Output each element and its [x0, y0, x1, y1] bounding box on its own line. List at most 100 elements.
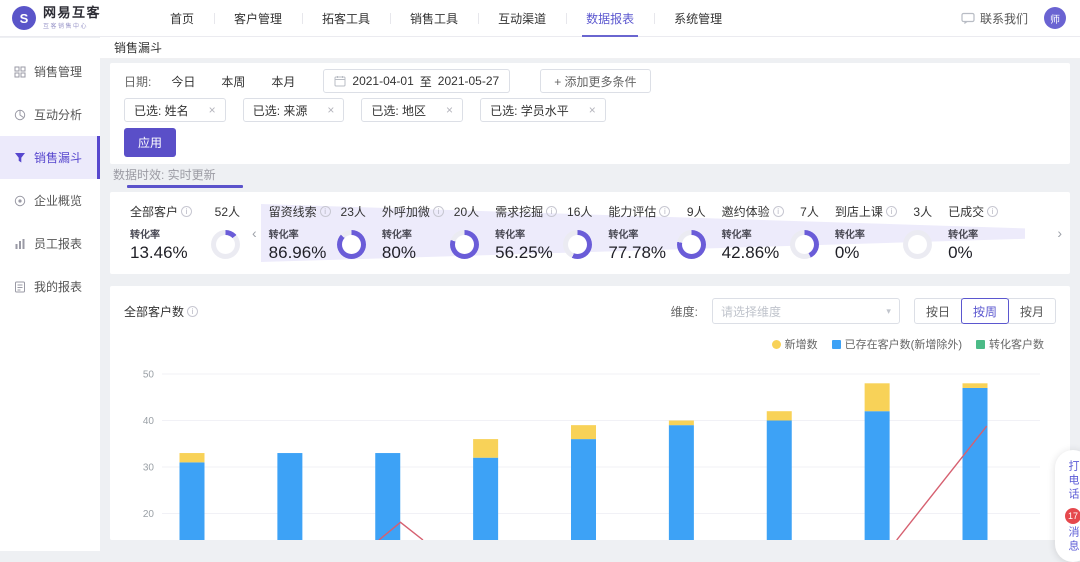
funnel-stage-needs-mining: 需求挖掘 i 16人 转化率 56.25%	[487, 203, 600, 263]
stage-name: 全部客户	[130, 203, 178, 220]
granularity-weekly-button[interactable]: 按周	[961, 298, 1009, 324]
date-option-this-week[interactable]: 本周	[221, 73, 245, 90]
donut-chart	[450, 230, 479, 259]
close-icon[interactable]: ×	[589, 103, 596, 117]
make-call-button[interactable]: 打电话	[1065, 460, 1080, 502]
info-icon[interactable]: i	[987, 206, 998, 217]
dimension-placeholder: 请选择维度	[721, 303, 781, 320]
calendar-icon	[334, 75, 346, 87]
funnel-stage-store-visit: 到店上课 i 3人 转化率 0%	[827, 203, 940, 263]
info-icon[interactable]: i	[659, 206, 670, 217]
svg-text:50: 50	[143, 370, 155, 381]
chevron-down-icon: ▾	[886, 306, 891, 317]
conversion-rate-value: 86.96%	[269, 243, 327, 263]
info-icon[interactable]: i	[187, 306, 198, 317]
app-logo[interactable]: S 网易互客 互客销售中心	[0, 6, 150, 30]
sidebar-item-sales-management[interactable]: 销售管理	[0, 50, 100, 93]
info-icon[interactable]: i	[546, 206, 557, 217]
date-range-start: 2021-04-01	[352, 74, 413, 88]
funnel-scroll-left-icon[interactable]: ‹	[248, 225, 261, 241]
close-icon[interactable]: ×	[327, 103, 334, 117]
stage-count: 7人	[796, 203, 819, 220]
sidebar-item-sales-funnel[interactable]: 销售漏斗	[0, 136, 100, 179]
funnel-stage-closed-deal: 已成交 i 转化率 0%	[940, 203, 1053, 263]
interaction-analysis-icon	[14, 109, 26, 121]
sidebar-item-my-reports[interactable]: 我的报表	[0, 265, 100, 308]
stage-name: 外呼加微	[382, 203, 430, 220]
filter-chip-label: 已选: 学员水平	[490, 102, 569, 119]
date-option-today[interactable]: 今日	[171, 73, 195, 90]
granularity-daily-button[interactable]: 按日	[914, 298, 962, 324]
nav-item-customer-management[interactable]: 客户管理	[214, 0, 302, 36]
conversion-rate-value: 77.78%	[608, 243, 666, 263]
contact-us-button[interactable]: 联系我们	[961, 10, 1028, 27]
donut-chart	[903, 230, 932, 259]
info-icon[interactable]: i	[320, 206, 331, 217]
funnel-icon	[14, 152, 26, 164]
sidebar-item-employee-reports[interactable]: 员工报表	[0, 222, 100, 265]
close-icon[interactable]: ×	[209, 103, 216, 117]
info-icon[interactable]: i	[433, 206, 444, 217]
conversion-rate-value: 80%	[382, 243, 416, 263]
legend-marker	[772, 340, 781, 349]
page-titlebar: 销售漏斗	[100, 37, 1080, 59]
nav-item-system-management[interactable]: 系统管理	[654, 0, 742, 36]
funnel-stage-leads: 留资线索 i 23人 转化率 86.96%	[261, 203, 374, 263]
info-icon[interactable]: i	[886, 206, 897, 217]
nav-item-prospecting-tools[interactable]: 拓客工具	[302, 0, 390, 36]
dimension-label: 维度:	[671, 303, 698, 320]
filter-chip-name[interactable]: 已选: 姓名 ×	[124, 98, 226, 122]
sidebar-item-label: 企业概览	[34, 192, 82, 209]
funnel-scroll-right-icon[interactable]: ›	[1053, 225, 1066, 241]
filter-chip-region[interactable]: 已选: 地区 ×	[361, 98, 463, 122]
legend-item-converted-customers[interactable]: 转化客户数	[976, 336, 1044, 352]
granularity-monthly-button[interactable]: 按月	[1008, 298, 1056, 324]
close-icon[interactable]: ×	[446, 103, 453, 117]
conversion-rate-value: 13.46%	[130, 243, 188, 263]
info-icon[interactable]: i	[773, 206, 784, 217]
chart-legend: 新增数 已存在客户数(新增除外) 转化客户数	[110, 324, 1070, 352]
info-icon[interactable]: i	[181, 206, 192, 217]
filter-chip-student-level[interactable]: 已选: 学员水平 ×	[480, 98, 606, 122]
messages-button[interactable]: 消息	[1065, 526, 1080, 554]
legend-label: 转化客户数	[989, 336, 1044, 352]
sidebar-item-company-overview[interactable]: 企业概览	[0, 179, 100, 222]
stage-count: 52人	[211, 203, 240, 220]
granularity-toggle: 按日 按周 按月	[914, 298, 1056, 324]
date-option-this-month[interactable]: 本月	[271, 73, 295, 90]
legend-item-new-customers[interactable]: 新增数	[772, 336, 818, 352]
conversion-rate-label: 转化率	[130, 226, 188, 241]
apply-button[interactable]: 应用	[124, 128, 176, 157]
legend-label: 新增数	[785, 336, 818, 352]
stage-name: 到店上课	[835, 203, 883, 220]
sidebar-item-interaction-analysis[interactable]: 互动分析	[0, 93, 100, 136]
conversion-rate-label: 转化率	[722, 226, 780, 241]
nav-item-sales-tools[interactable]: 销售工具	[390, 0, 478, 36]
user-avatar[interactable]: 师	[1044, 7, 1066, 29]
nav-item-home[interactable]: 首页	[150, 0, 214, 36]
logo-icon: S	[12, 6, 36, 30]
conversion-rate-label: 转化率	[835, 226, 865, 241]
sidebar-item-label: 员工报表	[34, 235, 82, 252]
donut-chart	[337, 230, 366, 259]
filter-chip-label: 已选: 来源	[253, 102, 308, 119]
logo-title: 网易互客	[43, 6, 101, 19]
filter-chip-source[interactable]: 已选: 来源 ×	[243, 98, 345, 122]
chat-bubble-icon	[961, 12, 975, 24]
add-more-conditions-button[interactable]: + 添加更多条件	[540, 69, 650, 93]
nav-item-interaction-channels[interactable]: 互动渠道	[478, 0, 566, 36]
conversion-rate-label: 转化率	[948, 226, 978, 241]
stage-count: 20人	[450, 203, 479, 220]
date-range-picker[interactable]: 2021-04-01 至 2021-05-27	[323, 69, 510, 93]
nav-item-data-reports[interactable]: 数据报表	[566, 0, 654, 36]
employee-report-icon	[14, 238, 26, 250]
date-range-separator: 至	[420, 73, 432, 90]
donut-chart	[211, 230, 240, 259]
donut-chart	[790, 230, 819, 259]
legend-item-existing-customers[interactable]: 已存在客户数(新增除外)	[832, 336, 962, 352]
conversion-rate-label: 转化率	[608, 226, 666, 241]
stage-name: 已成交	[948, 203, 984, 220]
dimension-select[interactable]: 请选择维度 ▾	[712, 298, 900, 324]
svg-text:40: 40	[143, 416, 155, 427]
funnel-panel: 全部客户 i 52人 转化率 13.46% ‹ 留资线索 i 23人	[110, 192, 1070, 274]
